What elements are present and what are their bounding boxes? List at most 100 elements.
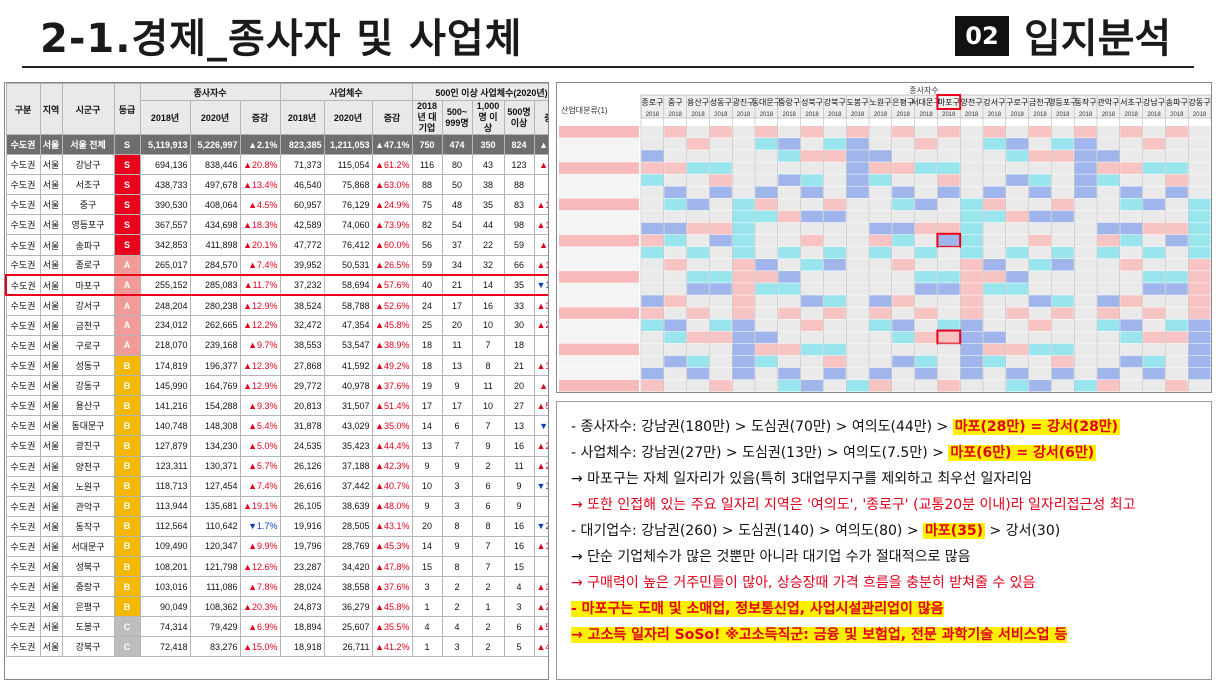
cell-l2: 9 <box>441 535 473 557</box>
cell-l1: 9 <box>411 455 443 477</box>
heatmap-year-label: 2018 <box>805 112 819 118</box>
cell-region: 서울 <box>39 334 63 357</box>
heatmap-col-label: 도봉구 <box>847 98 869 107</box>
cell-lc: ▲400.0% <box>533 636 548 658</box>
cell-region: 서울 <box>39 154 63 176</box>
heatmap-cell <box>1188 138 1211 150</box>
heatmap-cell <box>1120 210 1143 223</box>
heatmap-cell <box>892 355 915 368</box>
heatmap-cell <box>1074 234 1097 247</box>
heatmap-cell <box>1051 186 1074 199</box>
cell-w18: 74,314 <box>139 616 191 638</box>
heatmap-cell <box>755 150 778 162</box>
heatmap-cell <box>869 174 892 186</box>
cell-b18: 26,126 <box>279 455 325 477</box>
heatmap-cell <box>1051 174 1074 186</box>
cell-lc: - <box>533 174 548 196</box>
cell-grade: B <box>113 515 141 537</box>
heatmap-cell <box>937 319 960 332</box>
heatmap-cell <box>1051 355 1074 368</box>
cell-area: 수도권 <box>5 334 41 357</box>
heatmap-cell <box>1097 186 1120 199</box>
heatmap-cell <box>1188 355 1211 368</box>
heatmap-cell <box>915 210 937 223</box>
heatmap-cell <box>801 367 823 380</box>
heatmap-cell <box>641 174 664 186</box>
heatmap-cell <box>1051 126 1074 138</box>
heatmap-cell <box>732 355 755 368</box>
cell-l4: 9 <box>503 475 535 497</box>
heatmap-year-label: 2018 <box>1033 112 1047 118</box>
heatmap-cell <box>755 126 778 138</box>
heatmap-row-label-cell <box>559 234 639 247</box>
cell-lc: ▲14.3% <box>533 535 548 557</box>
heatmap-cell <box>1188 150 1211 162</box>
cell-district: 양천구 <box>61 455 115 477</box>
heatmap-cell <box>709 234 732 247</box>
cell-l4: 59 <box>503 234 535 256</box>
cell-l2: 3 <box>441 475 473 497</box>
heatmap-cell <box>869 367 892 380</box>
table-row: 수도권 서울 서초구 S 438,733 497,678 ▲13.4% 46,540 75,86… <box>5 174 548 196</box>
heatmap-cell <box>709 138 732 150</box>
cell-b20: 37,442 <box>323 475 373 497</box>
cell-w20: 497,678 <box>189 174 241 196</box>
cell-area: 수도권 <box>5 435 41 457</box>
heatmap-cell <box>1029 246 1051 259</box>
heatmap-cell <box>1165 379 1188 392</box>
heatmap-col-label: 서초구 <box>1120 98 1142 107</box>
cell-b20: 26,711 <box>323 636 373 658</box>
cell-l3: 10 <box>471 314 505 336</box>
cell-w18: 694,136 <box>139 154 191 176</box>
heatmap-row-label-cell <box>559 138 639 150</box>
cell-grade: S <box>113 194 141 216</box>
cell-b18: 18,894 <box>279 616 325 638</box>
cell-bc: ▲40.7% <box>371 475 413 497</box>
w-change: 증감 <box>239 100 281 135</box>
heatmap-cell <box>1120 271 1143 283</box>
heatmap-cell <box>732 138 755 150</box>
cell-b18: 24,535 <box>279 435 325 457</box>
heatmap-cell <box>1143 210 1165 223</box>
heatmap-cell <box>892 138 915 150</box>
heatmap-cell <box>801 222 823 235</box>
heatmap-cell <box>869 198 892 211</box>
heatmap-cell <box>915 126 937 138</box>
cell-w20: 5,226,997 <box>189 133 241 156</box>
heatmap-cell <box>1165 234 1188 247</box>
cell-l2: 474 <box>441 133 473 156</box>
heatmap-cell <box>892 234 915 247</box>
cell-l1: 88 <box>411 174 443 196</box>
heatmap-cell <box>823 379 846 392</box>
cell-wc: ▲9.3% <box>239 395 281 417</box>
heatmap-cell <box>823 246 846 259</box>
w-2018: 2018년 <box>139 100 191 135</box>
heatmap-cell <box>915 186 937 199</box>
cell-l2: 17 <box>441 294 473 316</box>
heatmap-cell <box>1006 355 1029 368</box>
heatmap-cell <box>641 307 664 319</box>
heatmap-cell <box>1074 222 1097 235</box>
cell-district: 영등포구 <box>61 214 115 236</box>
cell-l2: 21 <box>441 274 473 297</box>
heatmap-cell <box>983 222 1006 235</box>
heatmap-cell <box>983 259 1006 271</box>
cell-l3: 44 <box>471 214 505 236</box>
cell-wc: ▲7.4% <box>239 254 281 276</box>
heatmap-cell <box>1120 283 1143 295</box>
heatmap-cell <box>709 150 732 162</box>
heatmap-cell <box>1006 259 1029 271</box>
heatmap-cell <box>664 259 687 271</box>
heatmap-cell <box>892 186 915 199</box>
heatmap-cell <box>960 126 983 138</box>
note-line: - 마포구는 도매 및 소매업, 정보통신업, 사업시설관리업이 많음 <box>571 596 1197 622</box>
heatmap-year-label: 2018 <box>1125 112 1139 118</box>
cell-w18: 141,216 <box>139 395 191 417</box>
heatmap-cell <box>983 271 1006 283</box>
cell-b18: 19,796 <box>279 535 325 557</box>
heatmap-cell <box>1029 198 1051 211</box>
heatmap-cell <box>664 307 687 319</box>
cell-bc: ▲61.2% <box>371 154 413 176</box>
cell-lc: ▼10.0% <box>533 475 548 497</box>
heatmap-cell <box>1097 319 1120 332</box>
